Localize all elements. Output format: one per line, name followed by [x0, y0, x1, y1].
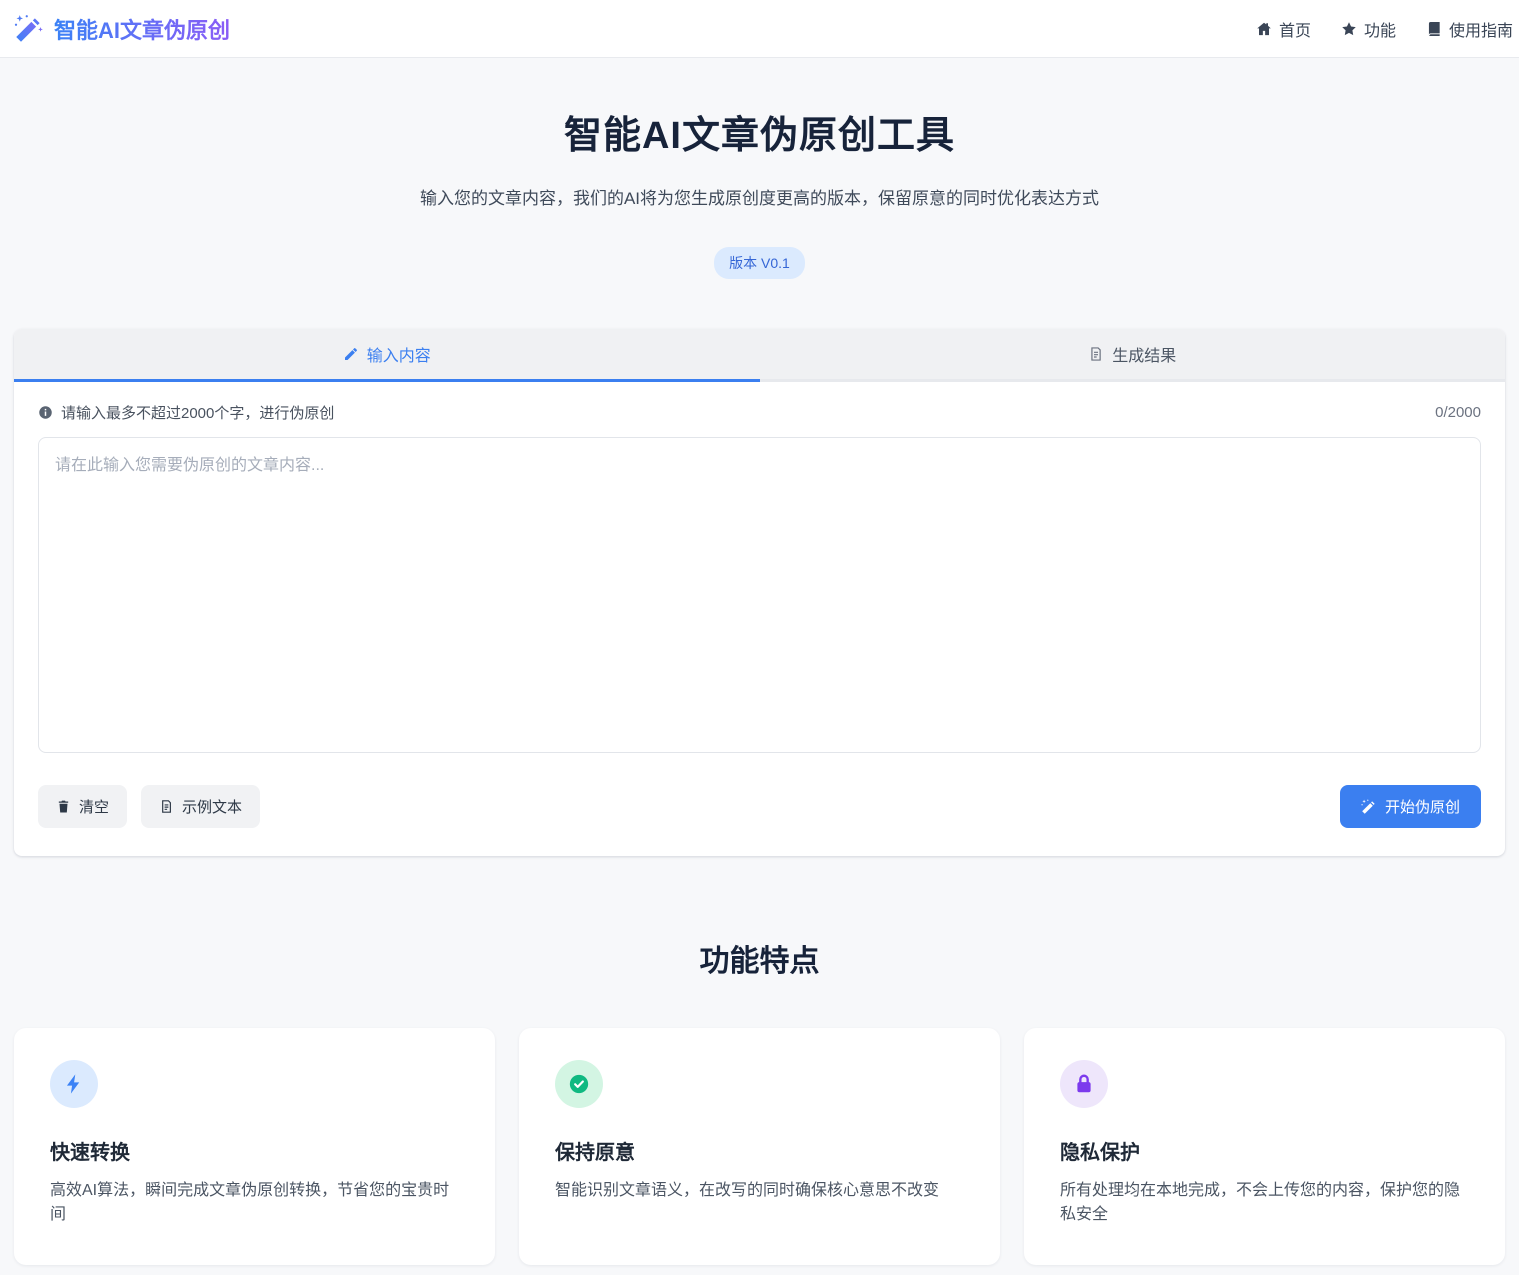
feature-icon-circle [555, 1060, 603, 1108]
feature-title: 隐私保护 [1060, 1136, 1469, 1165]
tab-input-content[interactable]: 输入内容 [14, 329, 760, 382]
input-hint: 请输入最多不超过2000个字，进行伪原创 [38, 402, 334, 423]
app-logo[interactable]: 智能AI文章伪原创 [14, 13, 230, 45]
feature-desc: 高效AI算法，瞬间完成文章伪原创转换，节省您的宝贵时间 [50, 1179, 459, 1227]
magic-wand-icon [14, 14, 44, 44]
feature-grid: 快速转换 高效AI算法，瞬间完成文章伪原创转换，节省您的宝贵时间 保持原意 智能… [14, 1028, 1505, 1265]
app-title: 智能AI文章伪原创 [54, 13, 230, 45]
editor-footer: 清空 示例文本 开始伪原创 [38, 785, 1481, 828]
features-section: 功能特点 快速转换 高效AI算法，瞬间完成文章伪原创转换，节省您的宝贵时间 保持… [0, 936, 1519, 1265]
nav-item-features[interactable]: 功能 [1341, 17, 1396, 41]
main-nav: 首页 功能 使用指南 [1256, 17, 1513, 41]
footer-left-buttons: 清空 示例文本 [38, 785, 260, 828]
document-icon [1088, 346, 1104, 362]
pencil-icon [343, 346, 359, 362]
sample-text-button[interactable]: 示例文本 [141, 785, 260, 828]
editor-card: 输入内容 生成结果 请输入最多不超过2000个字，进行伪原创 0/2000 [14, 329, 1505, 856]
editor-body: 请输入最多不超过2000个字，进行伪原创 0/2000 清空 示例 [14, 382, 1505, 856]
article-input[interactable] [38, 437, 1481, 753]
char-counter: 0/2000 [1435, 404, 1481, 421]
feature-card-keep-meaning: 保持原意 智能识别文章语义，在改写的同时确保核心意思不改变 [519, 1028, 1000, 1265]
feature-desc: 智能识别文章语义，在改写的同时确保核心意思不改变 [555, 1179, 964, 1203]
check-circle-icon [568, 1073, 590, 1095]
clear-button-label: 清空 [79, 796, 109, 817]
page-title: 智能AI文章伪原创工具 [0, 104, 1519, 159]
feature-title: 保持原意 [555, 1136, 964, 1165]
tab-label: 生成结果 [1112, 342, 1176, 366]
feature-icon-circle [50, 1060, 98, 1108]
start-rewrite-button[interactable]: 开始伪原创 [1340, 785, 1481, 828]
book-icon [1426, 21, 1442, 37]
input-hint-text: 请输入最多不超过2000个字，进行伪原创 [61, 402, 334, 423]
editor-tabbar: 输入内容 生成结果 [14, 329, 1505, 382]
nav-item-label: 功能 [1364, 17, 1396, 41]
bolt-icon [63, 1073, 85, 1095]
feature-card-privacy: 隐私保护 所有处理均在本地完成，不会上传您的内容，保护您的隐私安全 [1024, 1028, 1505, 1265]
lock-icon [1073, 1073, 1095, 1095]
page-subtitle: 输入您的文章内容，我们的AI将为您生成原创度更高的版本，保留原意的同时优化表达方… [410, 185, 1110, 213]
clear-button[interactable]: 清空 [38, 785, 127, 828]
top-header: 智能AI文章伪原创 首页 功能 使用指南 [0, 0, 1519, 58]
document-icon [159, 799, 174, 814]
sample-text-button-label: 示例文本 [182, 796, 242, 817]
info-icon [38, 405, 53, 420]
nav-item-label: 使用指南 [1449, 17, 1513, 41]
features-title: 功能特点 [0, 936, 1519, 980]
feature-icon-circle [1060, 1060, 1108, 1108]
hint-row: 请输入最多不超过2000个字，进行伪原创 0/2000 [38, 402, 1481, 423]
star-icon [1341, 21, 1357, 37]
feature-card-fast-convert: 快速转换 高效AI算法，瞬间完成文章伪原创转换，节省您的宝贵时间 [14, 1028, 495, 1265]
nav-item-guide[interactable]: 使用指南 [1426, 17, 1513, 41]
nav-item-label: 首页 [1279, 17, 1311, 41]
feature-title: 快速转换 [50, 1136, 459, 1165]
hero-section: 智能AI文章伪原创工具 输入您的文章内容，我们的AI将为您生成原创度更高的版本，… [0, 58, 1519, 279]
version-badge: 版本 V0.1 [714, 247, 805, 279]
home-icon [1256, 21, 1272, 37]
trash-icon [56, 799, 71, 814]
tab-generated-result[interactable]: 生成结果 [760, 329, 1506, 382]
start-rewrite-label: 开始伪原创 [1385, 796, 1460, 817]
feature-desc: 所有处理均在本地完成，不会上传您的内容，保护您的隐私安全 [1060, 1179, 1469, 1227]
tab-label: 输入内容 [367, 342, 431, 366]
nav-item-home[interactable]: 首页 [1256, 17, 1311, 41]
magic-wand-icon [1361, 799, 1377, 815]
